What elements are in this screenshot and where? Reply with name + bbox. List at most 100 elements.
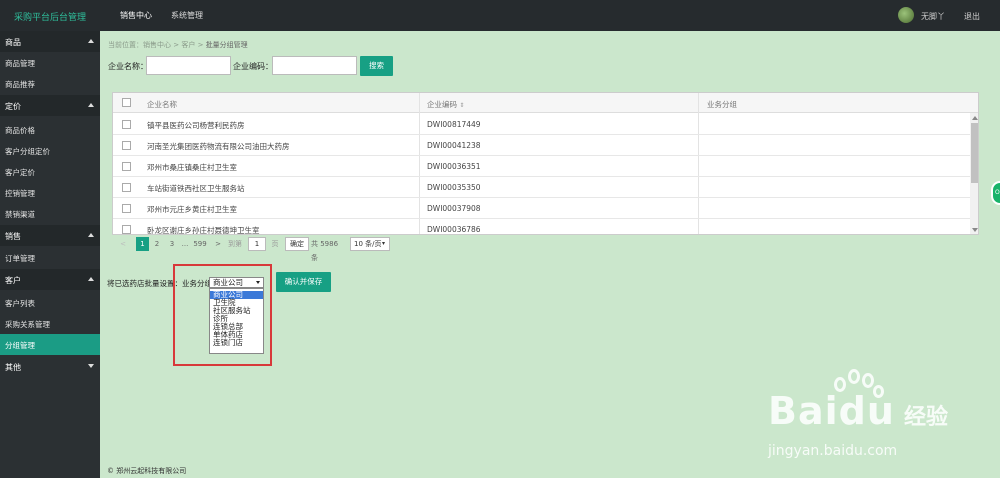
select-all-checkbox[interactable] xyxy=(122,98,131,107)
sidebar-item-label: 客户列表 xyxy=(5,299,35,308)
prev-page-button[interactable]: < xyxy=(118,237,128,251)
chevron-up-icon xyxy=(88,277,94,281)
company-code-input[interactable] xyxy=(272,56,357,75)
watermark-brand: Baidu xyxy=(768,389,895,433)
sidebar-item-customer-group-pricing[interactable]: 客户分组定价 xyxy=(0,140,100,161)
sidebar-item-label: 商品管理 xyxy=(5,59,35,68)
floating-widget[interactable]: On xyxy=(991,181,1000,205)
row-checkbox[interactable] xyxy=(122,225,131,234)
sort-icon[interactable]: ⇕ xyxy=(459,102,464,109)
table-row[interactable]: 卧龙区谢庄乡孙庄村聂德坤卫生室 DWI00036786 xyxy=(113,219,970,235)
table-row[interactable]: 河南圣光集团医药物流有限公司油田大药房 DWI00041238 xyxy=(113,135,970,156)
sidebar-item-order-management[interactable]: 订单管理 xyxy=(0,247,100,268)
scroll-down-arrow-icon[interactable] xyxy=(972,228,978,232)
row-checkbox[interactable] xyxy=(122,141,131,150)
scroll-up-arrow-icon[interactable] xyxy=(972,116,978,120)
scrollbar-thumb[interactable] xyxy=(971,123,978,183)
table-row[interactable]: 车站街道铁西社区卫生服务站 DWI00035350 xyxy=(113,177,970,198)
company-table: 企业名称 企业编码 ⇕ 业务分组 镇平县医药公司杨营利民药房 DWI008174… xyxy=(112,92,979,235)
page-unit-label: 页 xyxy=(271,240,279,248)
sidebar-group-label: 销售 xyxy=(5,232,21,241)
column-header-company-name[interactable]: 企业名称 xyxy=(147,99,177,110)
sidebar-item-purchase-relations[interactable]: 采购关系管理 xyxy=(0,313,100,334)
sidebar-group-customer[interactable]: 客户 xyxy=(0,269,100,290)
sidebar-group-label: 客户 xyxy=(5,276,21,285)
sidebar-item-customer-list[interactable]: 客户列表 xyxy=(0,292,100,313)
table-row[interactable]: 邓州市桑庄镇桑庄村卫生室 DWI00036351 xyxy=(113,156,970,177)
cell-company-code: DWI00036786 xyxy=(427,225,481,234)
row-checkbox[interactable] xyxy=(122,183,131,192)
widget-label: On xyxy=(995,189,1000,196)
page-3-button[interactable]: 3 xyxy=(166,237,178,251)
cell-company-code: DWI00817449 xyxy=(427,120,481,129)
avatar[interactable] xyxy=(898,7,914,23)
sidebar-group-sales[interactable]: 销售 xyxy=(0,225,100,246)
company-name-label: 企业名称： xyxy=(108,62,148,71)
company-name-input[interactable] xyxy=(146,56,231,75)
sidebar-item-label: 商品推荐 xyxy=(5,80,35,89)
baidu-jingyan-watermark: Baidu 经验 jingyan.baidu.com xyxy=(768,365,968,465)
cell-company-name: 邓州市元庄乡黄庄村卫生室 xyxy=(147,205,237,214)
column-header-company-code[interactable]: 企业编码 ⇕ xyxy=(427,99,464,110)
goto-page-input[interactable]: 1 xyxy=(248,237,266,251)
cell-company-code: DWI00035350 xyxy=(427,183,481,192)
user-name[interactable]: 无脚丫 xyxy=(921,11,945,22)
sidebar-item-goods-recommend[interactable]: 商品推荐 xyxy=(0,73,100,94)
breadcrumb-item-sales-center[interactable]: 销售中心 xyxy=(143,41,171,49)
goto-label: 到第 xyxy=(228,240,242,248)
chevron-down-icon: ▾ xyxy=(382,240,386,247)
sidebar-item-label: 控销管理 xyxy=(5,189,35,198)
breadcrumb-current: 批量分组管理 xyxy=(205,41,248,49)
logout-link[interactable]: 退出 xyxy=(964,11,980,22)
confirm-save-button[interactable]: 确认并保存 xyxy=(276,272,331,292)
paw-icon xyxy=(862,373,874,388)
cell-company-code: DWI00037908 xyxy=(427,204,481,213)
cell-company-name: 邓州市桑庄镇桑庄村卫生室 xyxy=(147,163,237,172)
nav-system-management[interactable]: 系统管理 xyxy=(171,10,203,21)
row-checkbox[interactable] xyxy=(122,204,131,213)
total-count: 共 5986 条 xyxy=(311,240,339,262)
sidebar-item-sales-control[interactable]: 控销管理 xyxy=(0,182,100,203)
page-2-button[interactable]: 2 xyxy=(151,237,163,251)
row-checkbox[interactable] xyxy=(122,120,131,129)
sidebar-item-customer-pricing[interactable]: 客户定价 xyxy=(0,161,100,182)
row-checkbox[interactable] xyxy=(122,162,131,171)
sidebar-item-goods-price[interactable]: 商品价格 xyxy=(0,119,100,140)
sidebar-group-label: 定价 xyxy=(5,102,21,111)
sidebar-item-label: 分组管理 xyxy=(5,341,35,350)
page-size-value: 10 条/页 xyxy=(354,240,382,248)
page-1-button[interactable]: 1 xyxy=(136,237,149,251)
breadcrumb-separator: > xyxy=(173,41,180,49)
next-page-button[interactable]: > xyxy=(213,237,223,251)
sidebar-item-group-management[interactable]: 分组管理 xyxy=(0,334,100,355)
nav-sales-center[interactable]: 销售中心 xyxy=(120,10,152,21)
sidebar-item-label: 客户定价 xyxy=(5,168,35,177)
sidebar-group-other[interactable]: 其他 xyxy=(0,356,100,377)
column-header-label: 企业编码 xyxy=(427,100,457,109)
table-row[interactable]: 镇平县医药公司杨营利民药房 DWI00817449 xyxy=(113,114,970,135)
sidebar-item-goods-management[interactable]: 商品管理 xyxy=(0,52,100,73)
cell-company-name: 镇平县医药公司杨营利民药房 xyxy=(147,121,245,130)
column-header-business-group[interactable]: 业务分组 xyxy=(707,99,737,110)
sidebar-group-goods[interactable]: 商品 xyxy=(0,31,100,52)
table-row[interactable]: 邓州市元庄乡黄庄村卫生室 DWI00037908 xyxy=(113,198,970,219)
watermark-url: jingyan.baidu.com xyxy=(768,443,898,459)
company-code-label: 企业编码： xyxy=(233,62,273,71)
breadcrumb-item-customer[interactable]: 客户 xyxy=(181,41,195,49)
app-brand[interactable]: 采购平台后台管理 xyxy=(14,10,86,23)
watermark-cn: 经验 xyxy=(904,405,949,430)
last-page-button[interactable]: 599 xyxy=(192,237,208,251)
page-size-select[interactable]: 10 条/页 ▾ xyxy=(350,237,390,251)
goto-confirm-button[interactable]: 确定 xyxy=(285,237,309,251)
cell-company-name: 卧龙区谢庄乡孙庄村聂德坤卫生室 xyxy=(147,226,260,235)
search-button[interactable]: 搜索 xyxy=(360,56,393,76)
breadcrumb-separator: > xyxy=(197,41,204,49)
top-bar: 采购平台后台管理 销售中心 系统管理 无脚丫 退出 xyxy=(0,0,1000,31)
sidebar-item-banned-channels[interactable]: 禁销渠道 xyxy=(0,203,100,224)
sidebar-item-label: 采购关系管理 xyxy=(5,320,50,329)
sidebar-item-label: 商品价格 xyxy=(5,126,35,135)
sidebar-item-label: 客户分组定价 xyxy=(5,147,50,156)
annotation-highlight xyxy=(173,264,272,366)
pagination-ellipsis: ... xyxy=(181,240,189,248)
sidebar-group-pricing[interactable]: 定价 xyxy=(0,95,100,116)
